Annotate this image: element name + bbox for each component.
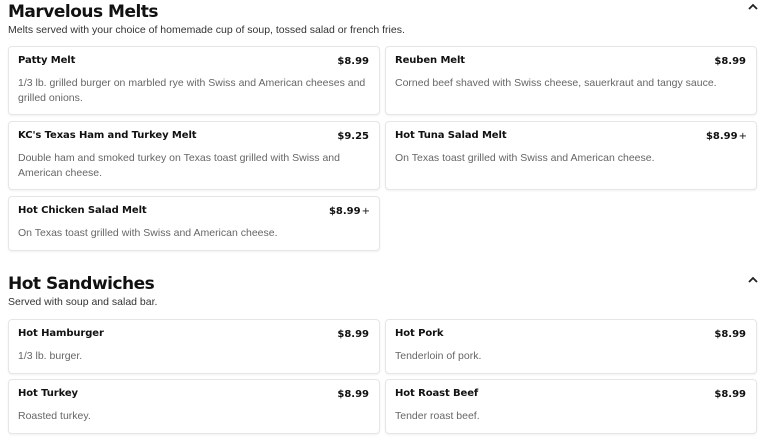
- collapse-section-button[interactable]: [746, 273, 760, 285]
- item-name: Hot Pork: [395, 328, 444, 339]
- section-title: Marvelous Melts: [8, 2, 159, 22]
- menu-item-card[interactable]: Hot Pork $8.99 Tenderloin of pork.: [385, 319, 757, 374]
- item-description: Tenderloin of pork.: [395, 350, 482, 362]
- item-description: Double ham and smoked turkey on Texas to…: [18, 152, 340, 179]
- collapse-section-button[interactable]: [746, 0, 760, 12]
- item-name: Hot Hamburger: [18, 328, 104, 339]
- chevron-up-icon: [748, 276, 758, 283]
- item-price: $8.99: [337, 389, 369, 400]
- section-description: Melts served with your choice of homemad…: [8, 24, 405, 36]
- menu-item-card[interactable]: Hot Hamburger $8.99 1/3 lb. burger.: [8, 319, 380, 374]
- item-price: $8.99+: [705, 131, 747, 142]
- item-description: Tender roast beef.: [395, 410, 480, 422]
- item-name: Hot Tuna Salad Melt: [395, 130, 507, 141]
- item-price: $8.99: [714, 389, 746, 400]
- menu-item-card[interactable]: Hot Roast Beef $8.99 Tender roast beef.: [385, 379, 757, 434]
- section-title: Hot Sandwiches: [8, 274, 155, 294]
- menu-item-card[interactable]: Hot Turkey $8.99 Roasted turkey.: [8, 379, 380, 434]
- section-marvelous-melts: Marvelous Melts Melts served with your c…: [0, 0, 768, 260]
- item-price: $8.99: [714, 56, 746, 67]
- item-price: $8.99: [337, 56, 369, 67]
- item-name: Patty Melt: [18, 55, 76, 66]
- item-name: Reuben Melt: [395, 55, 465, 66]
- item-description: Roasted turkey.: [18, 410, 91, 422]
- item-description: On Texas toast grilled with Swiss and Am…: [395, 152, 655, 164]
- menu-item-card[interactable]: Reuben Melt $8.99 Corned beef shaved wit…: [385, 46, 757, 115]
- menu-item-card[interactable]: Hot Chicken Salad Melt $8.99+ On Texas t…: [8, 196, 380, 251]
- item-price: $8.99: [714, 329, 746, 340]
- chevron-up-icon: [748, 3, 758, 10]
- item-description: On Texas toast grilled with Swiss and Am…: [18, 227, 278, 239]
- menu-item-card[interactable]: Patty Melt $8.99 1/3 lb. grilled burger …: [8, 46, 380, 115]
- item-description: Corned beef shaved with Swiss cheese, sa…: [395, 77, 717, 89]
- item-description: 1/3 lb. grilled burger on marbled rye wi…: [18, 77, 366, 104]
- item-name: Hot Roast Beef: [395, 388, 479, 399]
- item-name: KC's Texas Ham and Turkey Melt: [18, 130, 197, 141]
- section-hot-sandwiches: Hot Sandwiches Served with soup and sala…: [0, 272, 768, 444]
- item-price: $9.25: [337, 131, 369, 142]
- item-price: $8.99+: [328, 206, 370, 217]
- item-description: 1/3 lb. burger.: [18, 350, 83, 362]
- section-description: Served with soup and salad bar.: [8, 296, 158, 308]
- item-price: $8.99: [337, 329, 369, 340]
- menu-item-card[interactable]: KC's Texas Ham and Turkey Melt $9.25 Dou…: [8, 121, 380, 190]
- menu-item-card[interactable]: Hot Tuna Salad Melt $8.99+ On Texas toas…: [385, 121, 757, 190]
- item-name: Hot Turkey: [18, 388, 78, 399]
- item-name: Hot Chicken Salad Melt: [18, 205, 147, 216]
